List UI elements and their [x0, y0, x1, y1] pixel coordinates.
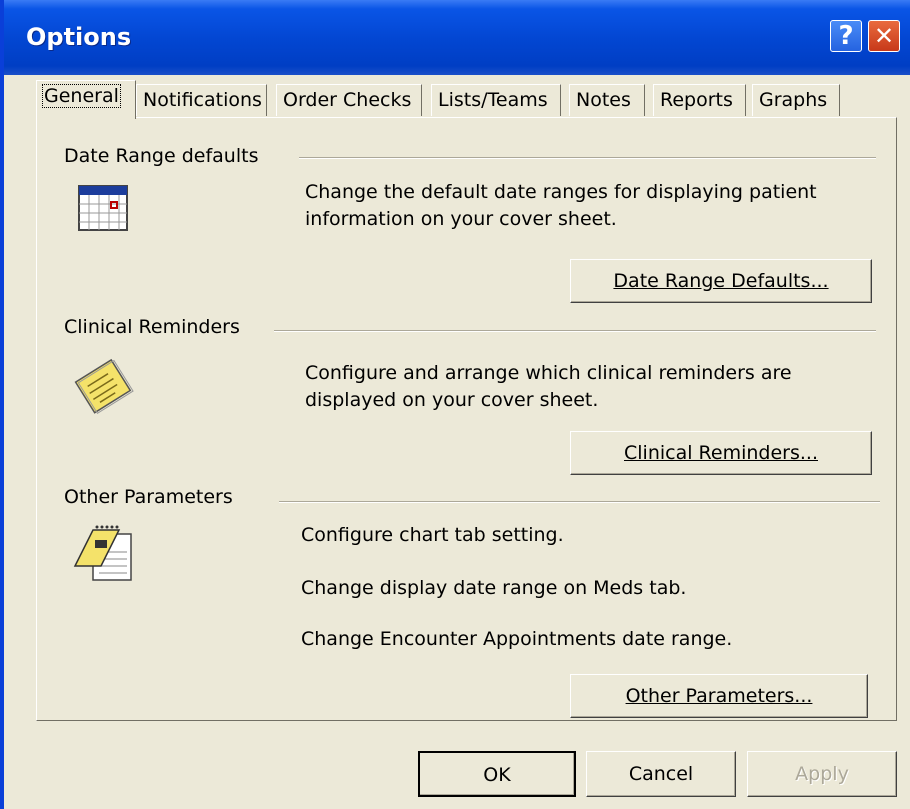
date-range-defaults-button[interactable]: Date Range Defaults... [570, 259, 872, 303]
title-bar[interactable]: Options ? ✕ [4, 0, 910, 75]
clinical-reminders-heading: Clinical Reminders [64, 316, 240, 338]
other-param-line-1: Configure chart tab setting. [301, 524, 564, 546]
tab-notifications[interactable]: Notifications [136, 84, 267, 116]
date-range-heading: Date Range defaults [64, 145, 259, 167]
help-button[interactable]: ? [830, 20, 862, 52]
tab-panel-general: Date Range defaults Change the default d… [36, 117, 897, 721]
button-label: Other Parameters... [625, 685, 813, 707]
clinical-reminders-button[interactable]: Clinical Reminders... [570, 431, 872, 475]
apply-button[interactable]: Apply [747, 751, 897, 797]
options-dialog: Options ? ✕ General Notifications Order … [0, 0, 910, 809]
ok-button[interactable]: OK [418, 751, 576, 797]
divider [274, 330, 876, 332]
tab-general[interactable]: General [36, 80, 136, 119]
button-label: Clinical Reminders... [624, 442, 818, 464]
notepad-icon [73, 525, 132, 581]
sticky-note-icon [74, 358, 134, 415]
tab-notes[interactable]: Notes [569, 84, 645, 116]
button-label: Date Range Defaults... [613, 270, 829, 292]
clinical-reminders-description: Configure and arrange which clinical rem… [305, 362, 792, 411]
other-parameters-heading: Other Parameters [64, 486, 233, 508]
tab-label: General [42, 84, 121, 108]
tab-order-checks[interactable]: Order Checks [276, 84, 422, 116]
tab-reports[interactable]: Reports [653, 84, 746, 116]
cancel-button[interactable]: Cancel [586, 751, 736, 797]
close-button[interactable]: ✕ [868, 20, 900, 52]
window-title: Options [26, 23, 132, 51]
tab-graphs[interactable]: Graphs [752, 84, 840, 116]
calendar-icon [78, 185, 128, 231]
other-parameters-button[interactable]: Other Parameters... [570, 674, 868, 718]
other-param-line-3: Change Encounter Appointments date range… [301, 628, 733, 650]
divider [299, 157, 876, 159]
date-range-description: Change the default date ranges for displ… [305, 181, 817, 230]
other-param-line-2: Change display date range on Meds tab. [301, 577, 687, 599]
tab-lists-teams[interactable]: Lists/Teams [431, 84, 561, 116]
divider [279, 501, 880, 503]
